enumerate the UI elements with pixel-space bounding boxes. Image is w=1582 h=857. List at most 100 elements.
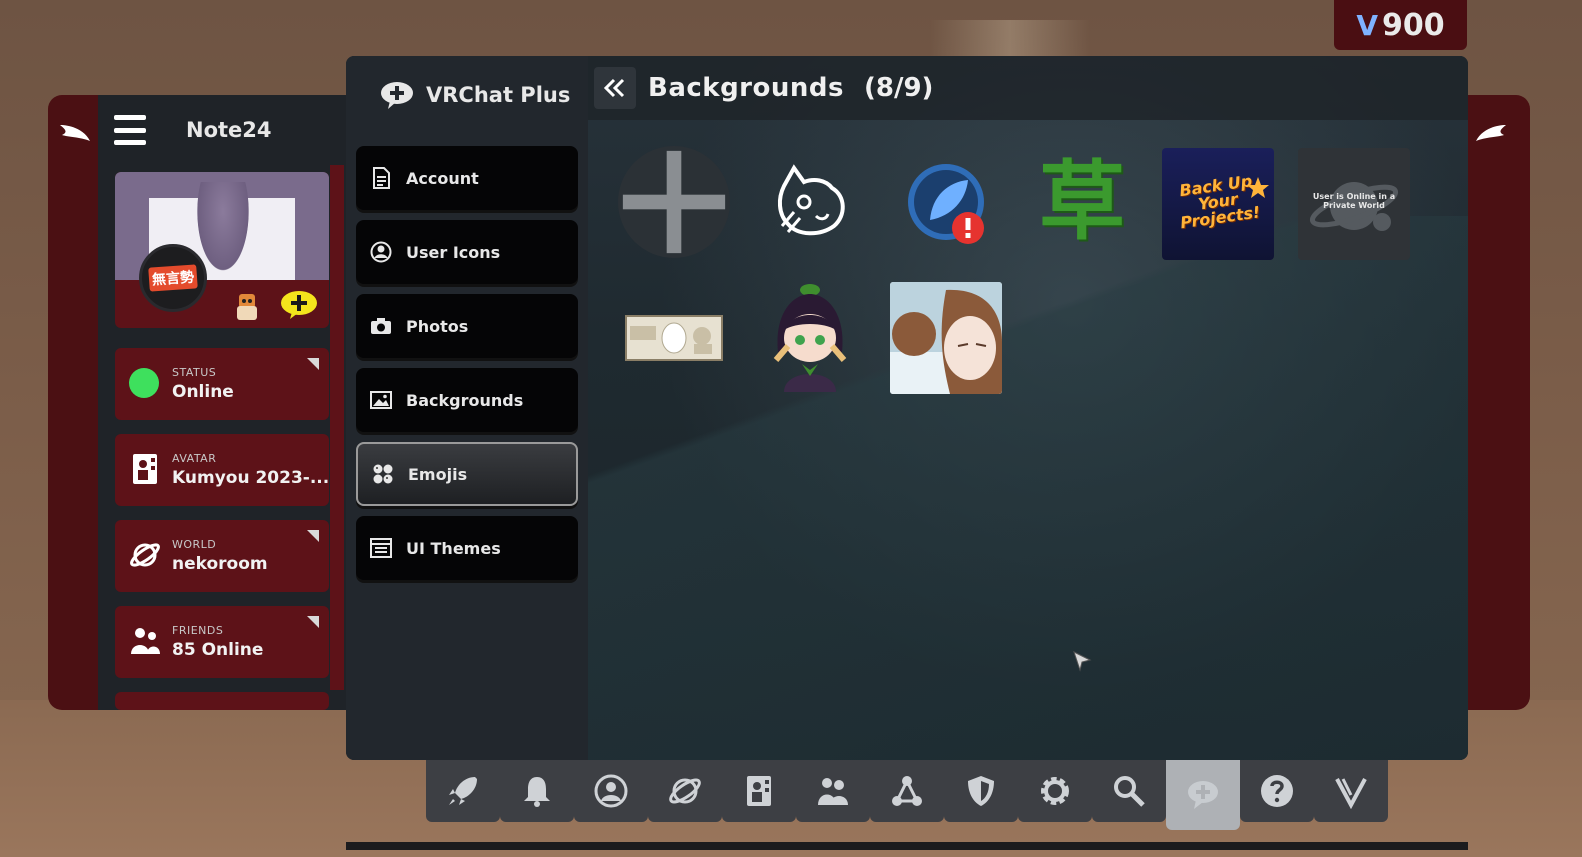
help-icon <box>1261 775 1293 807</box>
user-icon-tag: 無言勢 <box>148 264 198 292</box>
status-card[interactable]: STATUS Online <box>115 348 329 420</box>
world-card[interactable]: WORLD nekoroom <box>115 520 329 592</box>
yen-note-image <box>625 315 723 361</box>
dock-help-button[interactable] <box>1240 760 1314 822</box>
user-avatar-icon: 無言勢 <box>139 244 207 312</box>
vrchat-plus-title: VRChat Plus <box>426 83 571 107</box>
photo-image <box>890 282 1002 394</box>
hamburger-menu-icon[interactable] <box>114 115 146 145</box>
dock-search-button[interactable] <box>1092 760 1166 822</box>
pet-sprite-icon <box>237 294 257 320</box>
avatar-value: Kumyou 2023-... <box>172 468 330 488</box>
status-online-icon <box>129 368 159 398</box>
menu-ui-themes-label: UI Themes <box>406 538 501 558</box>
vrchat-plus-header: VRChat Plus <box>346 56 588 134</box>
profile-scroll-strip <box>330 165 344 690</box>
add-emoji-button[interactable] <box>618 146 730 258</box>
dock-notifications-button[interactable] <box>500 760 574 822</box>
vrc-credit-amount: 900 <box>1382 7 1445 43</box>
image-icon <box>370 391 392 409</box>
menu-account-label: Account <box>406 168 479 188</box>
dock-groups-button[interactable] <box>870 760 944 822</box>
menu-account-button[interactable]: Account <box>356 146 578 210</box>
emoji-tile-backup-projects[interactable]: Back Up Your Projects! <box>1162 148 1274 260</box>
feather-error-image <box>908 164 984 244</box>
dock-vrchat-plus-button[interactable] <box>1166 760 1240 830</box>
profile-card[interactable]: 無言勢 <box>115 172 329 328</box>
profile-panel: Note24 無言勢 STATUS Online AVATAR Kumyou 2… <box>98 95 348 710</box>
profile-name: Note24 <box>186 118 272 142</box>
wing-icon <box>60 125 90 141</box>
vrchat-plus-icon <box>1188 781 1218 809</box>
friends-card[interactable]: FRIENDS 85 Online <box>115 606 329 678</box>
avatar-icon <box>747 776 771 806</box>
menu-user-icons-label: User Icons <box>406 242 501 262</box>
star-icon <box>1247 177 1269 198</box>
menu-emojis-label: Emojis <box>408 464 468 484</box>
dock-profile-button[interactable] <box>574 760 648 822</box>
page-title: Backgrounds <box>648 73 844 103</box>
item-count: (8/9) <box>863 73 934 103</box>
document-icon <box>373 167 390 189</box>
bottom-edge <box>346 842 1468 850</box>
dock-social-button[interactable] <box>796 760 870 822</box>
backgrounds-content: Backgrounds (8/9) 草 Back Up Your Project… <box>588 56 1468 760</box>
emoji-tile-yen-note[interactable] <box>618 282 730 394</box>
content-header: Backgrounds (8/9) <box>588 56 1468 120</box>
menu-photos-button[interactable]: Photos <box>356 294 578 358</box>
emoji-tile-anime-girl[interactable] <box>754 282 866 394</box>
status-label: STATUS <box>172 366 217 379</box>
world-value: nekoroom <box>172 554 268 574</box>
bottom-dock <box>426 760 1388 830</box>
expand-corner-icon <box>307 616 319 628</box>
dock-worlds-button[interactable] <box>648 760 722 822</box>
vrchat-plus-panel: VRChat Plus Account User Icons Photos Ba… <box>346 56 1468 760</box>
theme-icon <box>370 538 392 558</box>
emoji-tile-kusa[interactable]: 草 <box>1026 146 1138 258</box>
emoji-tile-cat-sketch[interactable] <box>754 146 866 258</box>
kusa-text: 草 <box>1039 152 1125 252</box>
menu-backgrounds-label: Backgrounds <box>406 390 524 410</box>
dock-launchpad-button[interactable] <box>426 760 500 822</box>
profile-header: Note24 <box>98 95 348 165</box>
plus-icon <box>622 150 726 254</box>
menu-emojis-button[interactable]: Emojis <box>356 442 578 506</box>
friends-icon <box>131 628 160 654</box>
private-world-text: User is Online in a Private World <box>1312 192 1396 210</box>
more-card <box>115 692 329 710</box>
vrc-credits-badge[interactable]: V 900 <box>1334 0 1467 50</box>
emoji-tile-private-world[interactable]: User is Online in a Private World <box>1298 148 1410 260</box>
collapse-menu-button[interactable] <box>594 67 636 109</box>
camera-icon <box>371 318 391 334</box>
search-icon <box>1114 776 1145 807</box>
vrchat-plus-icon <box>381 82 413 109</box>
dock-settings-button[interactable] <box>1018 760 1092 822</box>
double-chevron-left-icon <box>603 78 625 98</box>
menu-ui-themes-button[interactable]: UI Themes <box>356 516 578 580</box>
dock-safety-button[interactable] <box>944 760 1018 822</box>
planet-icon <box>130 543 160 567</box>
user-circle-icon <box>370 241 392 263</box>
rocket-icon <box>449 777 477 805</box>
emoji-tile-feather-error[interactable] <box>890 146 1002 258</box>
gear-icon <box>1041 777 1069 805</box>
avatar-icon <box>133 454 157 484</box>
friends-label: FRIENDS <box>172 624 224 637</box>
vrchat-plus-menu: VRChat Plus Account User Icons Photos Ba… <box>346 56 588 760</box>
menu-backgrounds-button[interactable]: Backgrounds <box>356 368 578 432</box>
emoji-tile-photo[interactable] <box>890 282 1002 394</box>
avatar-card[interactable]: AVATAR Kumyou 2023-... <box>115 434 329 506</box>
dock-avatars-button[interactable] <box>722 760 796 822</box>
network-icon <box>892 776 922 806</box>
friends-value: 85 Online <box>172 640 264 660</box>
user-circle-icon <box>594 774 628 808</box>
avatar-label: AVATAR <box>172 452 217 465</box>
shield-icon <box>968 776 994 806</box>
right-wing-panel <box>1468 95 1530 710</box>
cat-sketch-image <box>777 164 845 236</box>
vrchat-plus-badge-icon <box>281 291 317 319</box>
emoji-icon <box>373 464 393 484</box>
anime-girl-image <box>773 284 847 392</box>
menu-user-icons-button[interactable]: User Icons <box>356 220 578 284</box>
dock-vrchat-button[interactable] <box>1314 760 1388 822</box>
